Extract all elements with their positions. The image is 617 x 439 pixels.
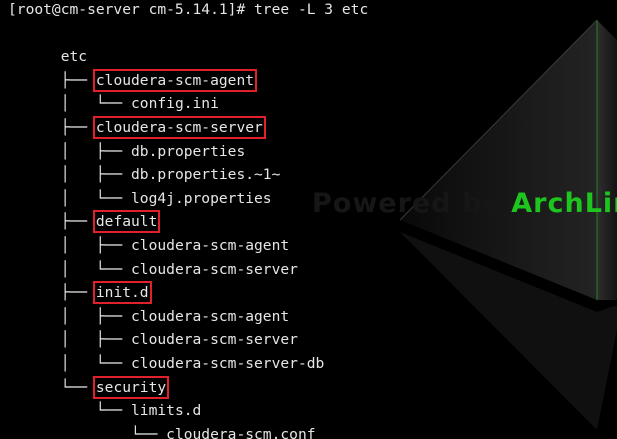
tree-line: │ └── cloudera-scm-server — [8, 234, 298, 278]
tree-line: │ ├── cloudera-scm-agent — [8, 281, 289, 325]
tree-entry-cloudera-scm-conf: cloudera-scm.conf — [166, 425, 316, 439]
command-prompt: [root@cm-server cm-5.14.1]# tree -L 3 et… — [8, 1, 369, 18]
terminal-window[interactable]: Powered by ArchLinux [root@cm-server cm-… — [0, 0, 617, 439]
tree-line: │ ├── cloudera-scm-server — [8, 305, 298, 348]
tree-line: │ └── config.ini — [8, 69, 219, 112]
watermark-brand: ArchLinux — [511, 188, 617, 219]
tree-line: │ └── cloudera-scm-server-db — [8, 328, 325, 372]
tree-line-root: etc — [8, 22, 87, 65]
tree-line: ├── init.d — [8, 258, 152, 305]
tree-line: │ └── log4j.properties — [8, 163, 272, 207]
watermark-text: Powered by — [312, 188, 512, 219]
tree-prefix: └── — [60, 425, 167, 439]
tree-line: └── limits.d — [8, 376, 201, 419]
diamond-logo — [399, 19, 617, 430]
tree-line: │ ├── cloudera-scm-agent — [8, 210, 289, 254]
tree-entry-default-server: cloudera-scm-server — [131, 260, 298, 278]
tree-line: └── cloudera-scm.conf — [8, 399, 316, 439]
tree-line: ├── default — [8, 187, 161, 234]
tree-line: ├── cloudera-scm-agent — [8, 45, 258, 92]
tree-line: │ ├── db.properties — [8, 116, 246, 160]
archlinux-watermark: Powered by ArchLinux — [312, 188, 617, 219]
tree-line: │ ├── db.properties.~1~ — [8, 140, 281, 183]
tree-line: └── security — [8, 352, 170, 399]
tree-line: ├── cloudera-scm-server — [8, 92, 266, 139]
